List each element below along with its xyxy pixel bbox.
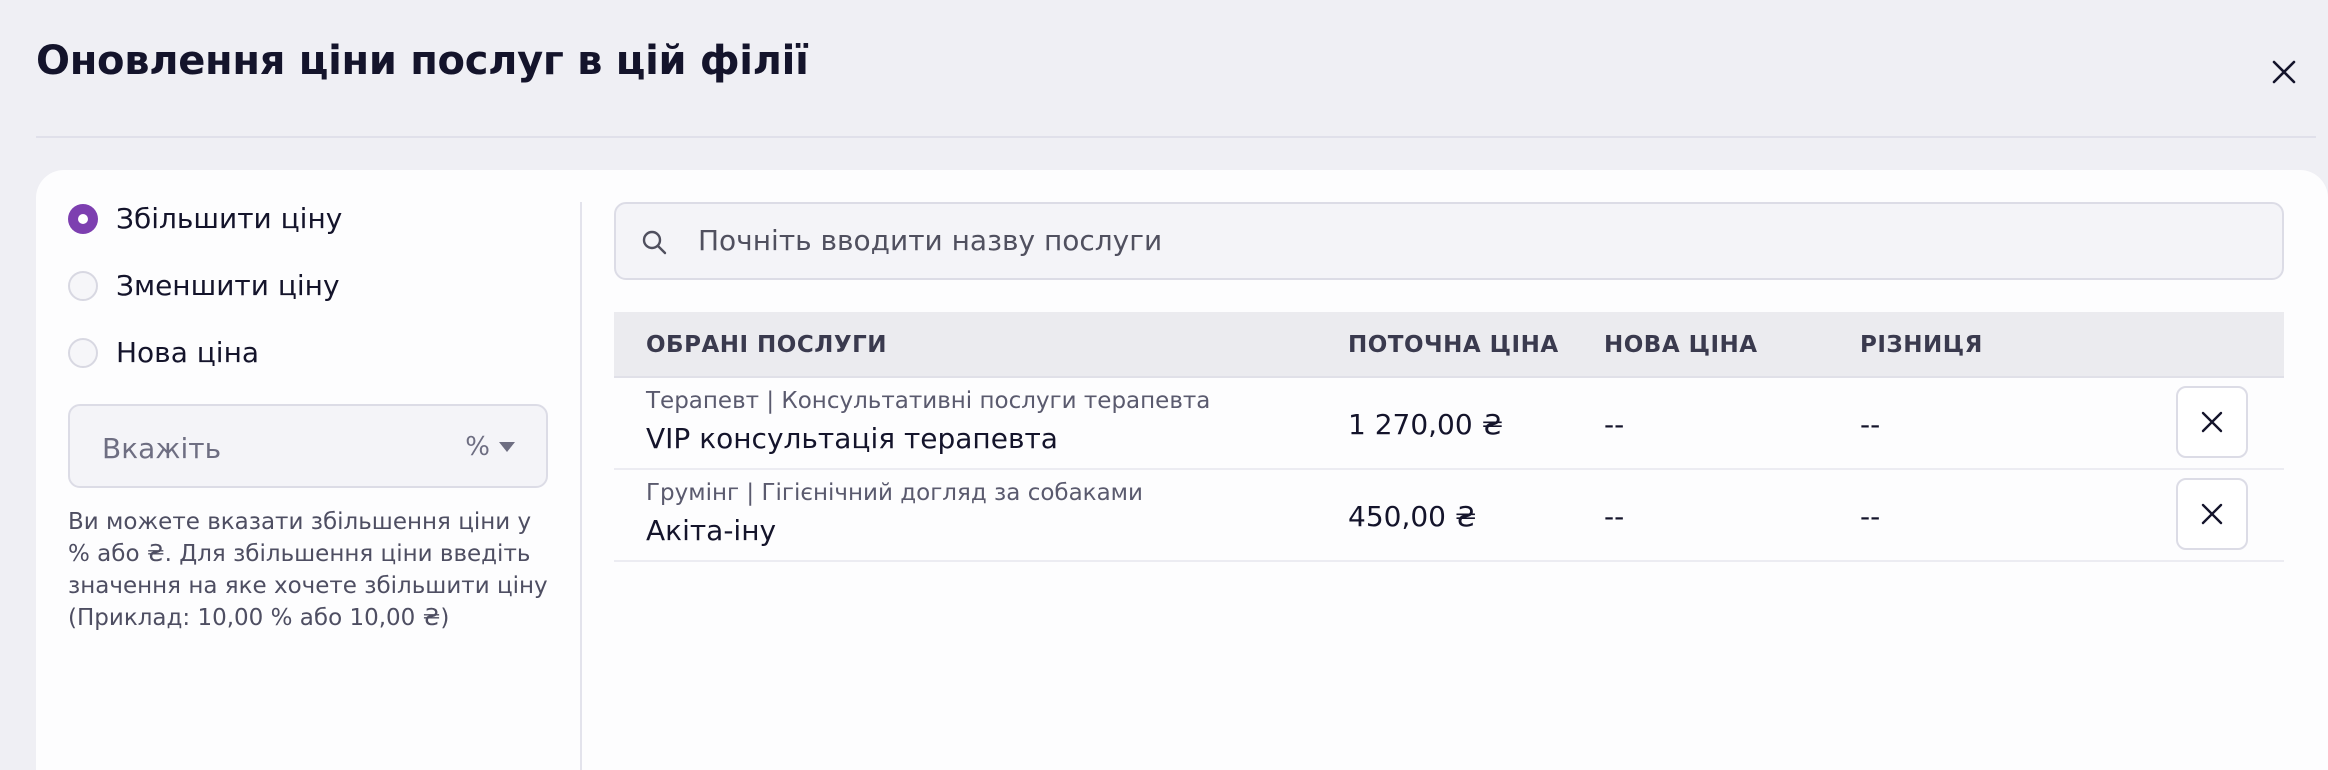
column-divider: [580, 202, 582, 770]
price-difference: --: [1860, 408, 1881, 441]
column-header-current-price: ПОТОЧНА ЦІНА: [1348, 332, 1559, 358]
search-placeholder: Почніть вводити назву послуги: [698, 224, 1163, 257]
modal-header: Оновлення ціни послуг в цій філії: [0, 0, 2328, 140]
search-input[interactable]: Почніть вводити назву послуги: [614, 202, 2284, 280]
radio-label: Зменшити ціну: [116, 269, 340, 302]
close-icon: [2272, 60, 2296, 84]
service-name: VIP консультація терапевта: [646, 422, 1058, 455]
caret-down-icon: [499, 442, 515, 452]
radio-label: Нова ціна: [116, 336, 260, 369]
close-icon: [2201, 411, 2223, 433]
header-divider: [36, 136, 2316, 138]
search-icon: [642, 230, 667, 255]
price-value-input[interactable]: Вкажіть %: [68, 404, 548, 488]
table-row: Грумінг | Гігієнічний догляд за собаками…: [614, 470, 2284, 562]
modal-body: Збільшити ціну Зменшити ціну Нова ціна В…: [36, 170, 2328, 770]
remove-service-button[interactable]: [2176, 478, 2248, 550]
column-header-new-price: НОВА ЦІНА: [1604, 332, 1758, 358]
radio-unchecked-icon: [68, 337, 98, 368]
price-change-settings: Збільшити ціну Зменшити ціну Нова ціна В…: [36, 170, 580, 770]
column-header-difference: РІЗНИЦЯ: [1860, 332, 1983, 358]
radio-decrease-price[interactable]: Зменшити ціну: [68, 269, 340, 302]
service-name: Акіта-іну: [646, 514, 777, 547]
hint-text: Ви можете вказати збільшення ціни у % аб…: [68, 509, 548, 631]
radio-new-price[interactable]: Нова ціна: [68, 336, 259, 369]
price-difference: --: [1860, 500, 1881, 533]
unit-value: %: [465, 432, 490, 462]
selected-services-table: ОБРАНІ ПОСЛУГИ ПОТОЧНА ЦІНА НОВА ЦІНА РІ…: [614, 312, 2284, 562]
table-header: ОБРАНІ ПОСЛУГИ ПОТОЧНА ЦІНА НОВА ЦІНА РІ…: [614, 312, 2284, 378]
unit-select[interactable]: %: [465, 432, 516, 462]
close-button[interactable]: [2262, 50, 2306, 94]
radio-checked-icon: [68, 203, 98, 234]
remove-service-button[interactable]: [2176, 386, 2248, 458]
current-price: 450,00 ₴: [1348, 500, 1477, 533]
current-price: 1 270,00 ₴: [1348, 408, 1504, 441]
service-category: Терапевт | Консультативні послуги терапе…: [646, 388, 1211, 414]
price-value-placeholder: Вкажіть: [102, 432, 222, 465]
radio-increase-price[interactable]: Збільшити ціну: [68, 202, 342, 235]
service-category: Грумінг | Гігієнічний догляд за собаками: [646, 480, 1143, 506]
column-header-services: ОБРАНІ ПОСЛУГИ: [646, 332, 887, 358]
table-row: Терапевт | Консультативні послуги терапе…: [614, 378, 2284, 470]
close-icon: [2201, 503, 2223, 525]
radio-unchecked-icon: [68, 270, 98, 301]
radio-label: Збільшити ціну: [116, 202, 343, 235]
new-price: --: [1604, 500, 1625, 533]
page-title: Оновлення ціни послуг в цій філії: [36, 38, 809, 84]
new-price: --: [1604, 408, 1625, 441]
